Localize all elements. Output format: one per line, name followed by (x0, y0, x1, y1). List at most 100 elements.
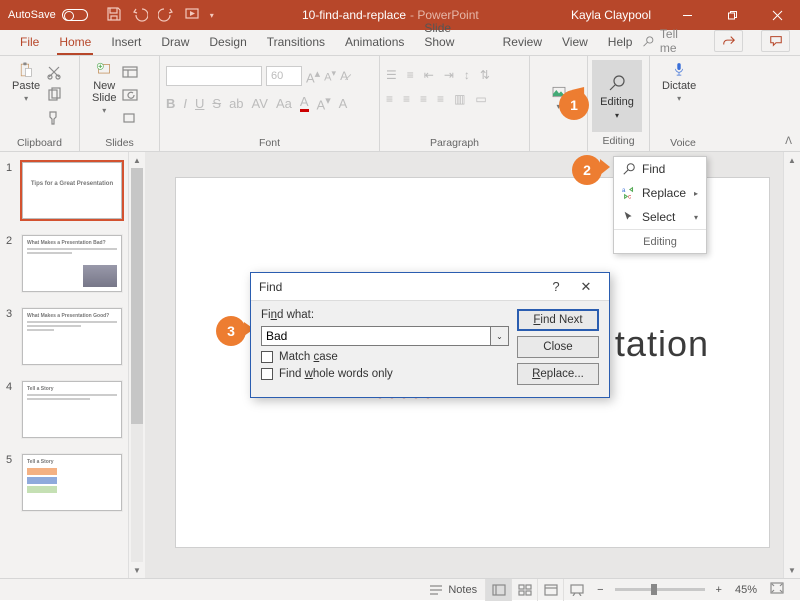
italic-icon[interactable]: I (183, 96, 187, 111)
strike-icon[interactable]: S (212, 96, 221, 111)
dialog-help-button[interactable]: ? (541, 279, 571, 294)
find-next-button[interactable]: Find Next (517, 309, 599, 331)
tab-view[interactable]: View (552, 31, 598, 55)
autosave-toggle[interactable]: AutoSave (0, 9, 96, 21)
text-direction-icon[interactable]: ⇅ (480, 68, 490, 82)
numbering-icon[interactable]: ≡ (407, 68, 414, 82)
undo-icon[interactable] (132, 6, 148, 25)
increase-font-icon[interactable]: A▴ (306, 67, 320, 85)
paste-button[interactable]: Paste▾ (6, 60, 46, 105)
scroll-up-icon[interactable]: ▲ (129, 152, 145, 168)
change-case-icon[interactable]: Aa (276, 96, 292, 111)
find-history-dropdown[interactable]: ⌄ (491, 326, 509, 346)
collapse-ribbon-icon[interactable]: ᐱ (785, 136, 792, 147)
minimize-button[interactable] (665, 0, 710, 30)
share-button[interactable] (714, 30, 743, 52)
group-label-slides: Slides (86, 134, 153, 151)
reset-icon[interactable] (122, 87, 138, 106)
replace-button[interactable]: Replace... (517, 363, 599, 385)
start-from-beginning-icon[interactable] (184, 6, 200, 25)
columns-icon[interactable]: ▥ (454, 92, 465, 106)
tab-transitions[interactable]: Transitions (257, 31, 335, 55)
restore-button[interactable] (710, 0, 755, 30)
slideshow-view-button[interactable] (563, 579, 589, 601)
menu-select[interactable]: Select ▾ (614, 205, 706, 229)
tab-review[interactable]: Review (493, 31, 552, 55)
spacing-icon[interactable]: AV (252, 96, 268, 111)
tab-draw[interactable]: Draw (151, 31, 199, 55)
scroll-down-icon[interactable]: ▼ (784, 562, 800, 578)
comments-button[interactable] (761, 30, 790, 52)
format-painter-icon[interactable] (46, 110, 62, 129)
align-left-icon[interactable]: ≡ (386, 92, 393, 106)
indent-inc-icon[interactable]: ⇥ (444, 68, 454, 82)
whole-words-checkbox[interactable]: Find whole words only (261, 368, 509, 380)
font-color-icon[interactable]: A (300, 94, 309, 112)
notes-button[interactable]: Notes (421, 584, 485, 596)
clear-formatting-icon[interactable]: A̷ (340, 69, 348, 83)
find-what-label: Find what: (261, 309, 509, 321)
menu-replace[interactable]: ac Replace ▸ (614, 181, 706, 205)
thumbnails-scrollbar[interactable]: ▲ ▼ (128, 152, 145, 578)
font-grow-icon[interactable]: A (339, 96, 348, 111)
thumbnail-2[interactable]: 2 What Makes a Presentation Bad? (6, 235, 122, 292)
layout-icon[interactable] (122, 64, 138, 83)
cut-icon[interactable] (46, 64, 62, 83)
tab-slideshow[interactable]: Slide Show (414, 17, 492, 55)
font-size-select[interactable]: 60 (266, 66, 302, 86)
dialog-titlebar[interactable]: Find ? ✕ (251, 273, 609, 301)
scroll-up-icon[interactable]: ▲ (784, 152, 800, 168)
thumbnail-3[interactable]: 3 What Makes a Presentation Good? (6, 308, 122, 365)
find-what-input[interactable] (261, 326, 491, 346)
smartart-icon[interactable]: ▭ (475, 92, 486, 106)
redo-icon[interactable] (158, 6, 174, 25)
align-center-icon[interactable]: ≡ (403, 92, 410, 106)
normal-view-button[interactable] (485, 579, 511, 601)
editing-dropdown-button[interactable]: Editing ▾ (592, 60, 642, 132)
tab-design[interactable]: Design (199, 31, 256, 55)
qat-customize-icon[interactable]: ▾ (210, 11, 214, 20)
user-name[interactable]: Kayla Claypool (557, 8, 665, 22)
slide-title: Tell a Story (27, 386, 117, 392)
dictate-button[interactable]: Dictate▾ (656, 60, 702, 105)
save-icon[interactable] (106, 6, 122, 25)
new-slide-button[interactable]: New Slide▾ (86, 60, 122, 117)
section-icon[interactable] (122, 110, 138, 129)
close-dialog-button[interactable]: Close (517, 336, 599, 358)
fit-to-window-button[interactable] (770, 582, 784, 597)
tab-file[interactable]: File (10, 31, 49, 55)
thumbnail-4[interactable]: 4 Tell a Story (6, 381, 122, 438)
align-right-icon[interactable]: ≡ (420, 92, 427, 106)
zoom-level[interactable]: 45% (735, 584, 757, 596)
zoom-in-button[interactable]: + (716, 584, 722, 596)
decrease-font-icon[interactable]: A▾ (324, 68, 336, 84)
autosave-label: AutoSave (8, 9, 56, 21)
thumbnail-1[interactable]: 1 Tips for a Great Presentation (6, 162, 122, 219)
highlight-icon[interactable]: A▾ (317, 94, 331, 112)
close-button[interactable] (755, 0, 800, 30)
match-case-checkbox[interactable]: Match case (261, 351, 509, 363)
zoom-slider[interactable] (615, 588, 705, 591)
underline-icon[interactable]: U (195, 96, 204, 111)
tab-home[interactable]: Home (49, 31, 101, 55)
tab-animations[interactable]: Animations (335, 31, 414, 55)
tell-me-search[interactable]: Tell me (642, 27, 696, 55)
tab-insert[interactable]: Insert (101, 31, 151, 55)
indent-dec-icon[interactable]: ⇤ (424, 68, 434, 82)
shadow-icon[interactable]: ab (229, 96, 243, 111)
scroll-down-icon[interactable]: ▼ (129, 562, 145, 578)
sorter-view-button[interactable] (511, 579, 537, 601)
bold-icon[interactable]: B (166, 96, 175, 111)
menu-find[interactable]: Find (614, 157, 706, 181)
justify-icon[interactable]: ≡ (437, 92, 444, 106)
reading-view-button[interactable] (537, 579, 563, 601)
copy-icon[interactable] (46, 87, 62, 106)
font-face-select[interactable] (166, 66, 262, 86)
dialog-close-button[interactable]: ✕ (571, 279, 601, 295)
thumbnail-5[interactable]: 5 Tell a Story (6, 454, 122, 511)
zoom-out-button[interactable]: − (597, 584, 603, 596)
line-spacing-icon[interactable]: ↕ (464, 68, 470, 82)
tab-help[interactable]: Help (598, 31, 643, 55)
canvas-scrollbar[interactable]: ▲ ▼ (783, 152, 800, 578)
bullets-icon[interactable]: ☰ (386, 68, 397, 82)
